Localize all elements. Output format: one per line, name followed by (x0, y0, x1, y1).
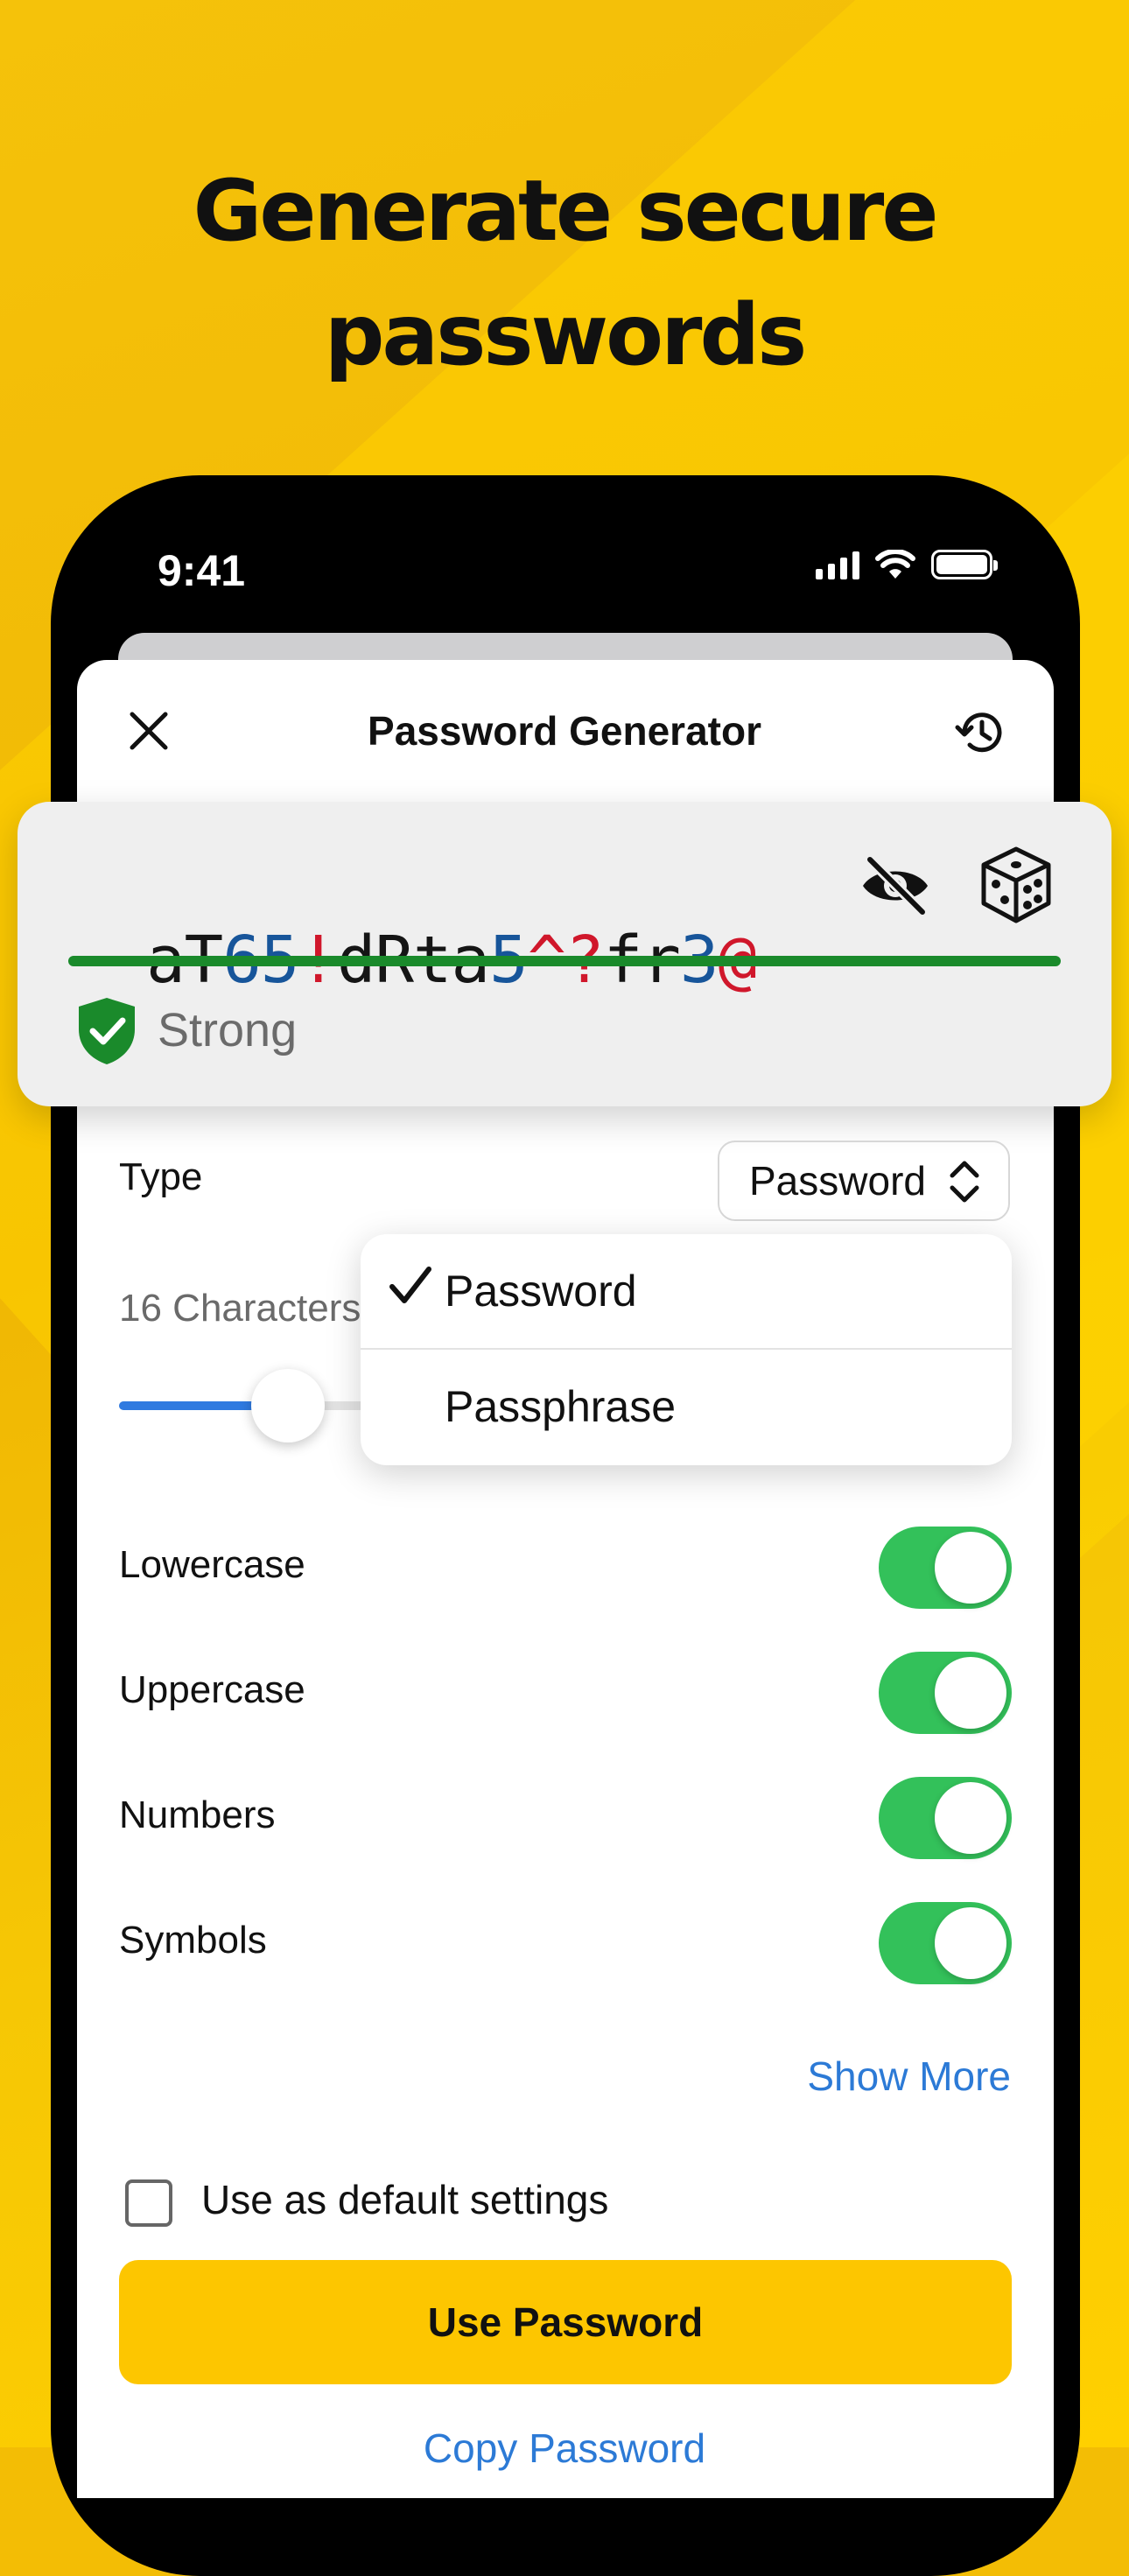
toggle-knob (935, 1657, 1006, 1729)
uppercase-label: Uppercase (119, 1668, 305, 1711)
wifi-icon (875, 550, 915, 579)
uppercase-toggle[interactable] (879, 1652, 1012, 1734)
toggle-knob (935, 1907, 1006, 1979)
numbers-label: Numbers (119, 1793, 276, 1836)
strength-bar (68, 956, 1061, 966)
checkmark-icon (389, 1267, 431, 1303)
cellular-signal-icon (816, 550, 859, 579)
lowercase-label: Lowercase (119, 1543, 305, 1586)
toggle-knob (935, 1532, 1006, 1604)
default-settings-checkbox[interactable] (125, 2179, 172, 2227)
length-label: 16 Characters (119, 1287, 361, 1330)
dice-regenerate-icon[interactable] (977, 846, 1055, 924)
dropdown-option-label: Password (445, 1267, 637, 1316)
default-settings-label: Use as default settings (201, 2177, 609, 2222)
show-more-link[interactable]: Show More (807, 2053, 1011, 2100)
toggle-knob (935, 1782, 1006, 1854)
type-label: Type (119, 1155, 203, 1198)
symbols-toggle[interactable] (879, 1902, 1012, 1984)
type-select[interactable]: Password (718, 1141, 1010, 1221)
headline: Generate secure passwords (0, 149, 1129, 397)
numbers-toggle[interactable] (879, 1777, 1012, 1859)
battery-icon (931, 550, 998, 579)
status-time: 9:41 (158, 546, 246, 595)
copy-password-link[interactable]: Copy Password (0, 2425, 1129, 2472)
strength-label: Strong (158, 1004, 298, 1056)
dropdown-option-password[interactable]: Password (361, 1234, 1012, 1350)
dropdown-option-label: Passphrase (445, 1382, 677, 1431)
type-selected-value: Password (749, 1158, 926, 1204)
symbols-label: Symbols (119, 1919, 267, 1962)
dropdown-option-passphrase[interactable]: Passphrase (361, 1350, 1012, 1465)
chevron-up-down-icon (950, 1161, 979, 1203)
shield-check-icon (79, 998, 135, 1064)
history-icon[interactable] (952, 705, 1008, 761)
type-dropdown-menu: Password Passphrase (361, 1234, 1012, 1465)
status-bar: 9:41 (51, 475, 1080, 642)
eye-slash-icon[interactable] (858, 851, 933, 921)
generated-password: aT65!dRta5^?fr3@ (70, 847, 757, 998)
lowercase-toggle[interactable] (879, 1527, 1012, 1609)
headline-line-1: Generate secure (193, 162, 939, 260)
use-password-button[interactable]: Use Password (119, 2260, 1012, 2384)
headline-line-2: passwords (324, 286, 808, 384)
length-slider-thumb[interactable] (250, 1369, 325, 1442)
